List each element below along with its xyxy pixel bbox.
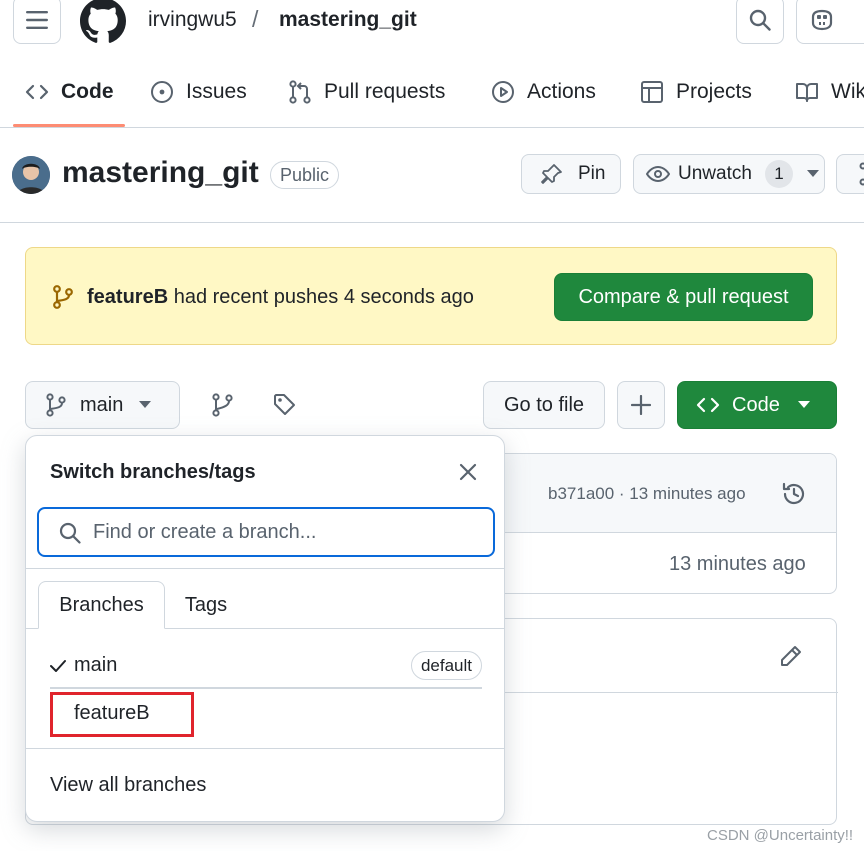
menu-button[interactable] <box>13 0 61 44</box>
play-icon <box>491 80 527 104</box>
plus-icon <box>631 395 651 415</box>
history-icon[interactable] <box>781 481 807 507</box>
tab-projects-label: Projects <box>676 80 752 103</box>
avatar[interactable] <box>12 156 50 194</box>
pin-button[interactable]: Pin <box>521 154 621 194</box>
pin-icon <box>540 162 578 186</box>
title-divider <box>0 222 864 223</box>
copilot-icon <box>809 8 835 32</box>
git-pull-request-icon <box>288 80 324 104</box>
global-header: irvingwu5 / mastering_git <box>0 0 864 56</box>
unwatch-label: Unwatch <box>678 163 752 184</box>
chevron-down-icon <box>806 170 819 178</box>
table-icon <box>640 80 676 104</box>
tab-code[interactable]: Code <box>25 56 114 128</box>
issue-opened-icon <box>150 80 186 104</box>
branch-switcher-dropdown: Switch branches/tags Branches Tags main … <box>25 435 505 822</box>
dropdown-title: Switch branches/tags <box>50 461 256 483</box>
git-branch-icon <box>53 285 73 309</box>
watermark: CSDN @Uncertainty!! <box>707 827 854 844</box>
tab-issues-label: Issues <box>186 80 247 103</box>
tab-actions-label: Actions <box>527 80 596 103</box>
chevron-down-icon <box>797 401 810 409</box>
branch-search-field[interactable] <box>37 507 495 557</box>
visibility-badge: Public <box>270 161 340 189</box>
branch-name: main <box>74 654 118 676</box>
hamburger-icon <box>26 11 48 29</box>
git-branch-icon <box>46 393 66 417</box>
tab-projects[interactable]: Projects <box>640 56 752 128</box>
dropdown-footer-divider <box>26 748 504 749</box>
search-icon <box>749 9 771 31</box>
tab-tags[interactable]: Tags <box>176 581 236 629</box>
code-button-label: Code <box>732 393 780 416</box>
eye-icon <box>646 162 678 186</box>
branches-icon[interactable] <box>212 393 234 417</box>
dropdown-divider <box>26 568 504 569</box>
code-icon <box>25 80 61 104</box>
tab-actions[interactable]: Actions <box>491 56 596 128</box>
selected-tab-underline <box>13 124 125 127</box>
repo-nav: Code Issues Pull requests Actions Projec… <box>0 56 864 128</box>
copilot-button[interactable] <box>796 0 864 44</box>
fork-button[interactable] <box>836 154 864 194</box>
check-icon <box>50 659 66 673</box>
recent-push-text: had recent pushes 4 seconds ago <box>168 286 474 308</box>
tab-branches[interactable]: Branches <box>38 581 165 629</box>
tag-icon[interactable] <box>273 393 297 417</box>
search-button[interactable] <box>736 0 784 44</box>
tab-wiki-label: Wik <box>831 80 864 103</box>
branch-divider <box>50 687 482 689</box>
compare-pull-request-button[interactable]: Compare & pull request <box>554 273 813 321</box>
owner-link[interactable]: irvingwu5 <box>148 8 237 32</box>
tab-pull-requests[interactable]: Pull requests <box>288 56 445 128</box>
watch-count: 1 <box>764 160 793 188</box>
close-icon[interactable] <box>459 463 477 481</box>
repo-link[interactable]: mastering_git <box>279 8 417 32</box>
branch-item-main[interactable]: main default <box>50 645 482 689</box>
tab-issues[interactable]: Issues <box>150 56 247 128</box>
recent-push-banner: featureB had recent pushes 4 seconds ago… <box>25 247 837 345</box>
add-file-button[interactable] <box>617 381 665 429</box>
annotation-highlight-box <box>50 692 194 737</box>
github-logo-icon[interactable] <box>80 0 126 44</box>
pushed-branch-name[interactable]: featureB <box>87 286 168 308</box>
pin-label: Pin <box>578 163 606 184</box>
code-icon <box>696 393 720 417</box>
view-all-branches-link[interactable]: View all branches <box>50 774 206 797</box>
tab-code-label: Code <box>61 80 114 103</box>
current-branch-label: main <box>80 393 124 416</box>
file-row-time: 13 minutes ago <box>669 553 806 575</box>
unwatch-button[interactable]: Unwatch 1 <box>633 154 825 194</box>
recent-push-message: featureB had recent pushes 4 seconds ago <box>87 286 474 309</box>
tab-pull-requests-label: Pull requests <box>324 80 446 103</box>
pencil-icon[interactable] <box>779 644 803 668</box>
latest-commit-info[interactable]: b371a00 · 13 minutes ago <box>548 484 746 504</box>
code-dropdown-button[interactable]: Code <box>677 381 837 429</box>
book-icon <box>795 80 831 104</box>
tab-wiki[interactable]: Wik <box>795 56 864 128</box>
go-to-file-button[interactable]: Go to file <box>483 381 605 429</box>
branch-search-input[interactable] <box>93 519 483 545</box>
breadcrumb-separator: / <box>252 6 259 32</box>
branch-selector-button[interactable]: main <box>25 381 180 429</box>
repo-title[interactable]: mastering_git <box>62 156 259 190</box>
chevron-down-icon <box>139 401 152 409</box>
default-badge: default <box>410 651 482 680</box>
repo-forked-icon <box>859 162 864 186</box>
